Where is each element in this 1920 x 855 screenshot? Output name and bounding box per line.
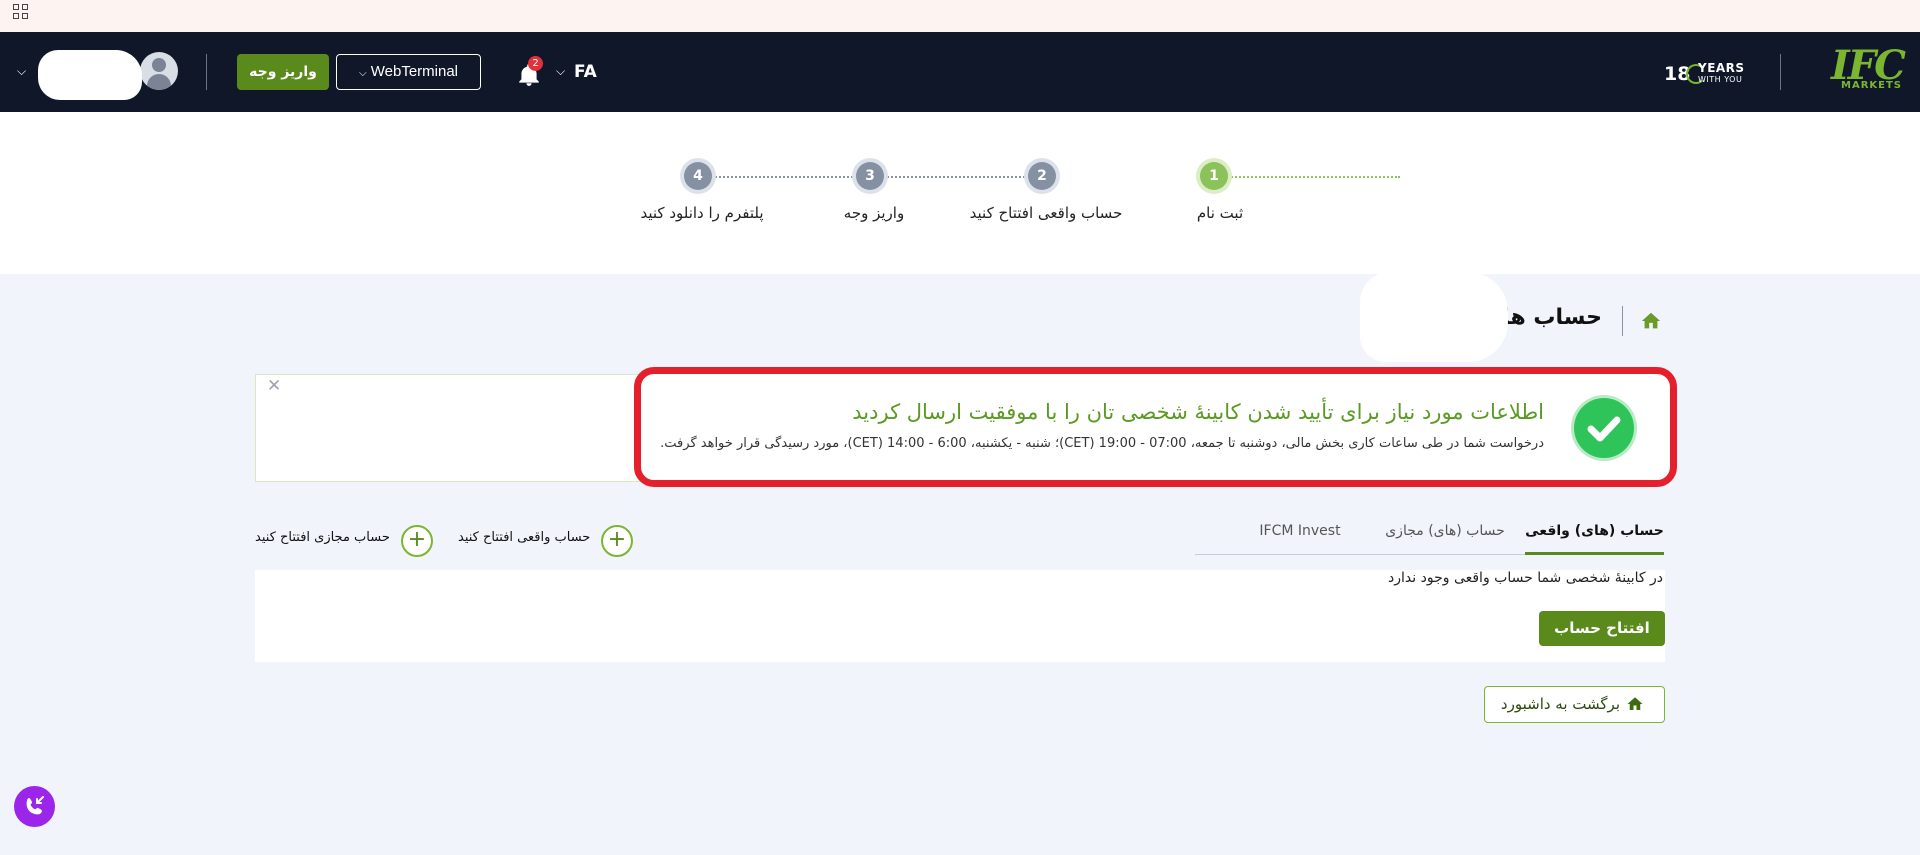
account-tabs: حساب (های) واقعی حساب (های) مجازی IFCM I… xyxy=(1195,511,1664,555)
ifc-markets-logo[interactable]: IFC MARKETS xyxy=(1808,42,1906,94)
site-header: IFC MARKETS 18 YEARS WITH YOU FA ⌵ 2 ⌵ W… xyxy=(0,32,1920,112)
step-connector xyxy=(1228,176,1400,178)
redacted-area xyxy=(1360,272,1508,362)
logo-subtext: MARKETS xyxy=(1841,80,1902,91)
step-2-label: حساب واقعی افتتاح کنید xyxy=(969,204,1123,222)
close-icon[interactable]: ✕ xyxy=(267,376,281,396)
plus-icon[interactable]: + xyxy=(401,525,433,557)
chevron-down-icon[interactable]: ⌵ xyxy=(556,64,565,79)
chevron-down-icon[interactable]: ⌵ xyxy=(17,64,26,79)
open-real-account-link[interactable]: حساب واقعی افتتاح کنید xyxy=(458,522,590,556)
empty-accounts-message: در کابینهٔ شخصی شما حساب واقعی وجود ندار… xyxy=(1388,570,1663,586)
step-connector xyxy=(712,176,856,178)
tab-real-accounts[interactable]: حساب (های) واقعی xyxy=(1525,511,1664,555)
step-2-dot: 2 xyxy=(1028,162,1056,190)
header-divider xyxy=(1780,54,1781,90)
onboarding-stepper: 1 2 3 4 ثبت نام حساب واقعی افتتاح کنید و… xyxy=(0,112,1920,274)
tab-demo-accounts[interactable]: حساب (های) مجازی xyxy=(1365,511,1525,555)
tab-ifcm-invest[interactable]: IFCM Invest xyxy=(1235,511,1365,555)
years-text: YEARS xyxy=(1698,61,1745,75)
deposit-button[interactable]: واریز وجه xyxy=(237,54,329,90)
years-badge: 18 YEARS WITH YOU xyxy=(1664,60,1754,88)
side-notice-box xyxy=(255,374,645,482)
success-description: درخواست شما در طی ساعات کاری بخش مالی، د… xyxy=(660,436,1544,451)
breadcrumb-divider xyxy=(1622,306,1623,336)
header-divider xyxy=(206,54,207,90)
step-3-label: واریز وجه xyxy=(843,204,905,222)
chevron-down-icon: ⌵ xyxy=(358,68,367,79)
redacted-username xyxy=(38,50,142,100)
browser-strip xyxy=(0,0,1920,32)
step-3-dot: 3 xyxy=(856,162,884,190)
step-4-dot: 4 xyxy=(684,162,712,190)
step-1-label: ثبت نام xyxy=(1196,204,1244,222)
logo-text: IFC xyxy=(1831,42,1906,89)
home-icon[interactable] xyxy=(1640,310,1662,332)
plus-icon[interactable]: + xyxy=(601,525,633,557)
check-icon xyxy=(1574,398,1634,458)
step-1-dot: 1 xyxy=(1200,162,1228,190)
webterminal-label: WebTerminal xyxy=(370,63,459,80)
callback-phone-icon[interactable] xyxy=(14,786,55,827)
notification-badge: 2 xyxy=(528,56,543,71)
avatar[interactable] xyxy=(140,52,178,90)
webterminal-dropdown[interactable]: ⌵ WebTerminal xyxy=(336,54,481,90)
apps-grid-icon[interactable] xyxy=(13,4,29,20)
success-notice xyxy=(634,367,1677,487)
open-demo-account-link[interactable]: حساب مجازی افتتاح کنید xyxy=(255,522,390,556)
step-4-label: پلتفرم را دانلود کنید xyxy=(640,204,764,222)
open-account-button[interactable]: افتتاح حساب xyxy=(1539,611,1665,646)
years-subtext: WITH YOU xyxy=(1698,75,1743,84)
home-icon xyxy=(1626,695,1644,713)
success-title: اطلاعات مورد نیاز برای تأیید شدن کابینهٔ… xyxy=(852,400,1544,424)
step-connector xyxy=(884,176,1028,178)
language-selector[interactable]: FA xyxy=(574,60,597,84)
